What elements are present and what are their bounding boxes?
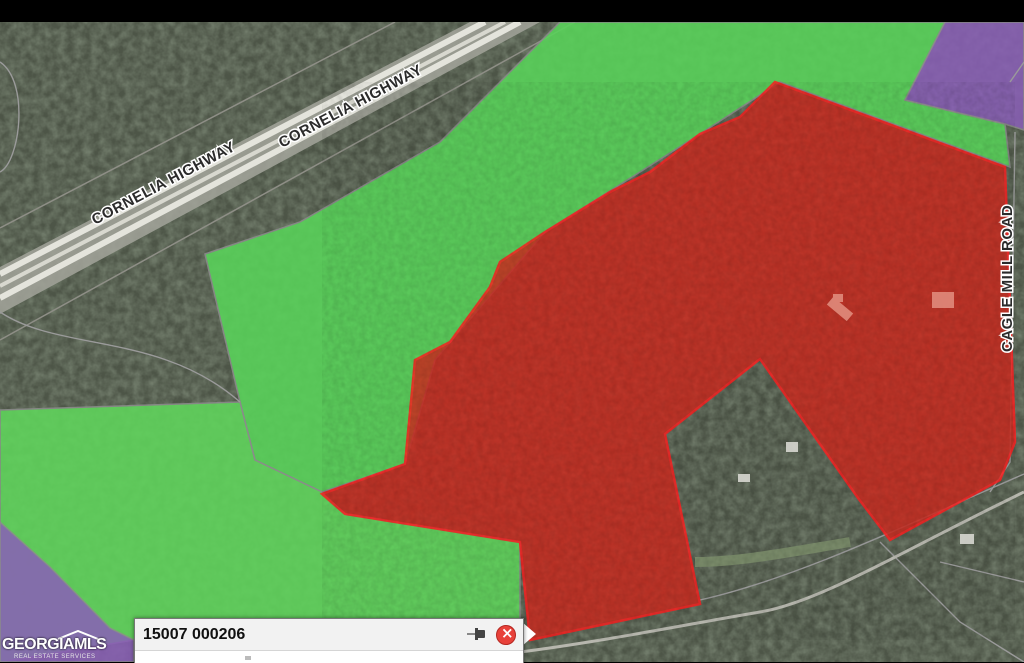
road-label-cagle-mill: CAGLE MILL ROAD	[999, 205, 1016, 352]
popup-body	[245, 656, 251, 660]
pushpin-icon[interactable]	[466, 625, 488, 643]
parcel-id: 15007 000206	[143, 626, 246, 643]
top-bar	[0, 0, 1024, 22]
map-svg[interactable]: CORNELIA HIGHWAY CORNELIA HIGHWAY CAGLE …	[0, 22, 1024, 662]
georgiamls-logo: GEORGIAMLS REAL ESTATE SERVICES	[0, 628, 107, 662]
logo-name: GEORGIAMLS	[2, 636, 107, 653]
map-canvas[interactable]: CORNELIA HIGHWAY CORNELIA HIGHWAY CAGLE …	[0, 22, 1024, 662]
popup-pointer	[522, 622, 536, 646]
logo-subtitle: REAL ESTATE SERVICES	[14, 654, 96, 660]
parcel-popup: 15007 000206	[134, 618, 524, 663]
popup-header: 15007 000206	[135, 619, 523, 651]
close-icon[interactable]	[496, 624, 516, 645]
